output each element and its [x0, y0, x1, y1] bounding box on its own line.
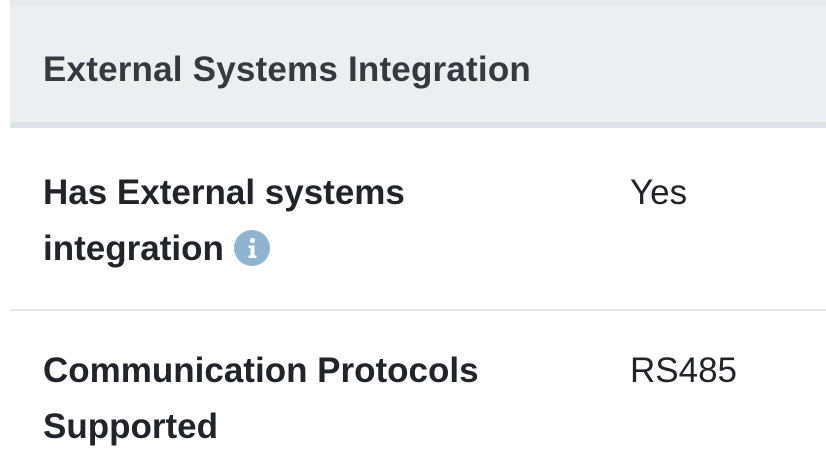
spec-value: RS485 — [630, 351, 738, 390]
spec-label-line2: Supported — [43, 407, 218, 446]
section-title: External Systems Integration — [43, 50, 531, 89]
spec-value: Yes — [630, 173, 688, 212]
section-header: External Systems Integration — [10, 6, 826, 128]
spec-label-line1: Communication Protocols — [43, 351, 479, 390]
spec-label: Has External systems integration — [43, 165, 563, 277]
spec-row-communication-protocols: Communication Protocols Supported RS485 — [10, 311, 826, 449]
info-icon[interactable] — [233, 229, 270, 266]
spec-label: Communication Protocols Supported — [43, 343, 563, 455]
spec-row-external-integration: Has External systems integration Yes — [10, 128, 826, 311]
spec-label-line1: Has External systems — [43, 173, 405, 212]
info-icon-graphic — [233, 229, 270, 266]
spec-label-line2: integration — [43, 229, 224, 268]
